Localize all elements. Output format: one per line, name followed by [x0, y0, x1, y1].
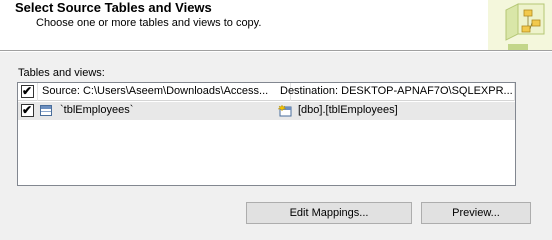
header-divider [0, 50, 552, 52]
wizard-flowchart-icon [488, 0, 552, 50]
table-row[interactable]: ✔ `tblEmployees` [dbo].[tblEmployees] [18, 102, 515, 120]
new-table-icon [278, 105, 292, 117]
checkmark-icon: ✔ [22, 84, 33, 98]
preview-button[interactable]: Preview... [421, 202, 531, 224]
page-subtitle: Choose one or more tables and views to c… [36, 17, 262, 29]
table-icon [40, 105, 52, 116]
tables-views-label: Tables and views: [18, 67, 105, 79]
grid-header: ✔ Source: C:\Users\Aseem\Downloads\Acces… [18, 83, 515, 101]
column-header-destination[interactable]: Destination: DESKTOP-APNAF7O\SQLEXPR... [277, 83, 515, 101]
row-checkbox[interactable]: ✔ [21, 103, 34, 117]
edit-mappings-button[interactable]: Edit Mappings... [246, 202, 412, 224]
select-all-checkbox[interactable]: ✔ [21, 84, 34, 98]
tables-views-grid[interactable]: ✔ Source: C:\Users\Aseem\Downloads\Acces… [17, 82, 516, 186]
wizard-header: Select Source Tables and Views Choose on… [0, 0, 552, 50]
checkmark-icon: ✔ [22, 103, 33, 117]
source-table-name: `tblEmployees` [60, 104, 134, 116]
select-all-cell: ✔ [18, 83, 38, 101]
column-header-source[interactable]: Source: C:\Users\Aseem\Downloads\Access.… [39, 83, 291, 101]
destination-table-name[interactable]: [dbo].[tblEmployees] [298, 102, 498, 120]
page-title: Select Source Tables and Views [15, 0, 212, 15]
